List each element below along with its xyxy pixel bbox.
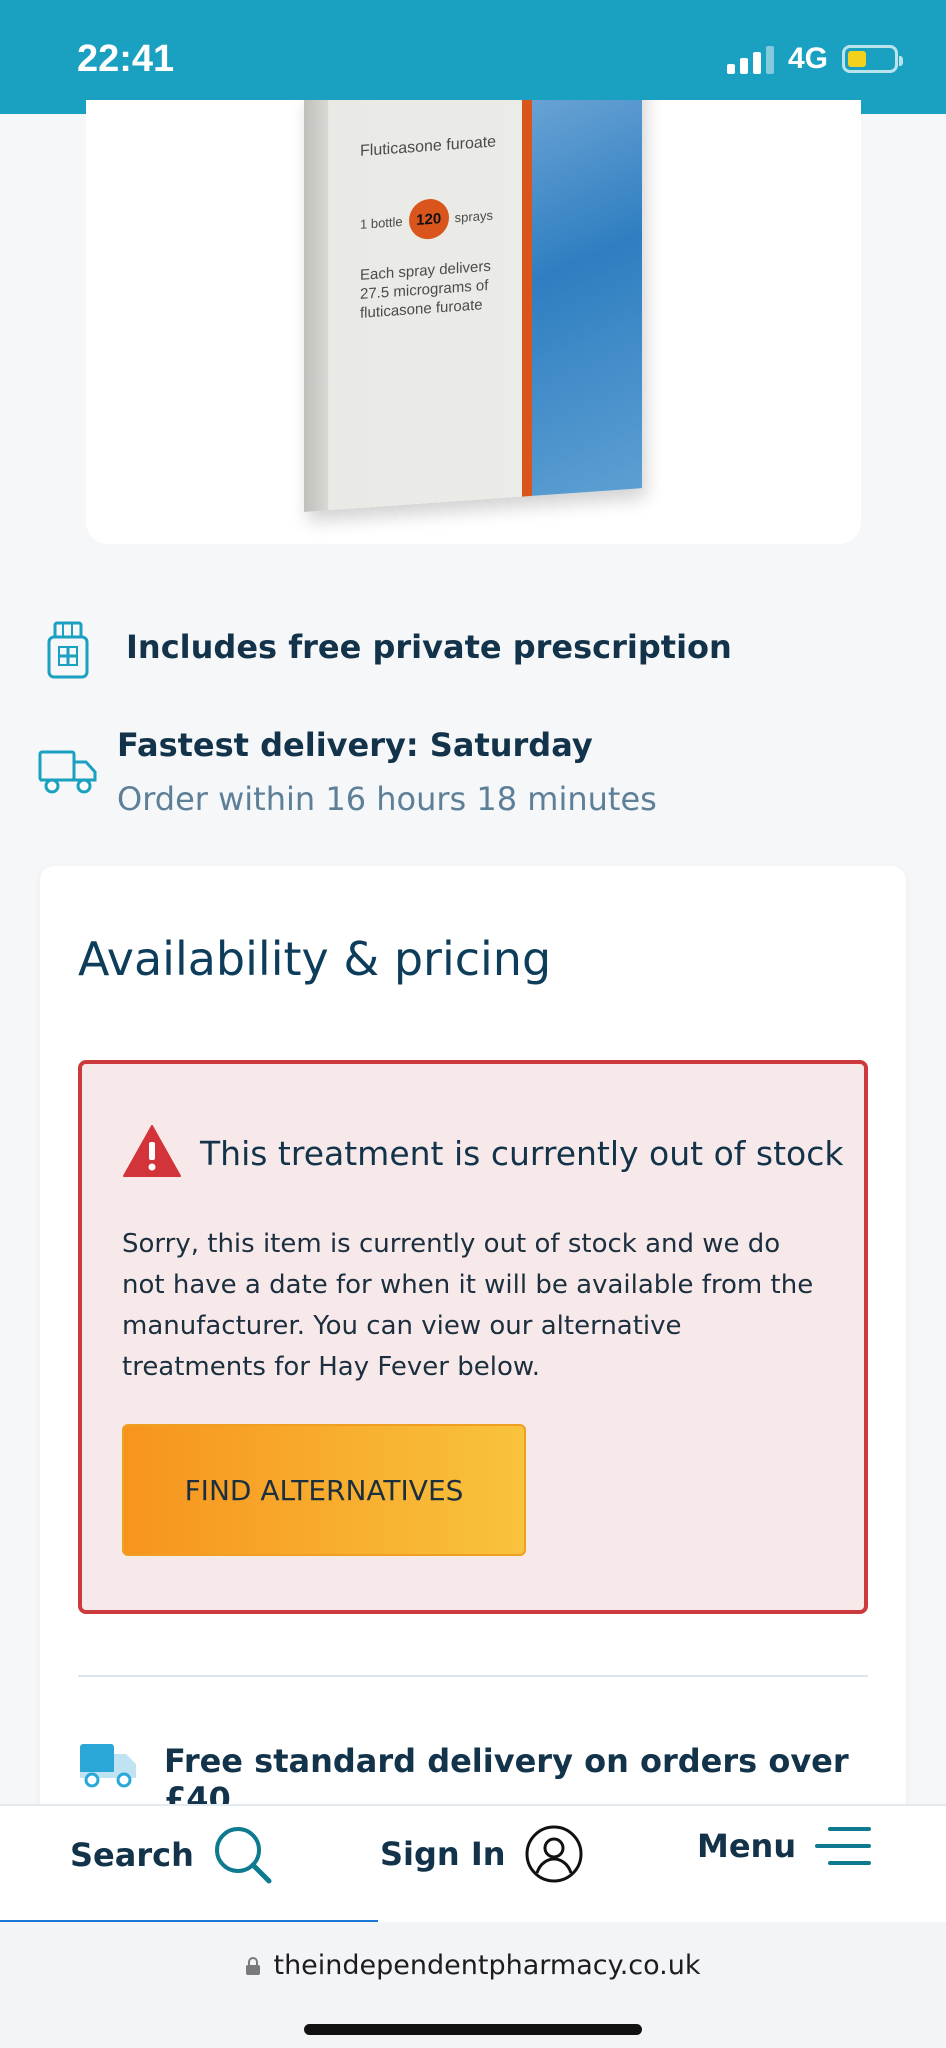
delivery-title: Fastest delivery: Saturday (117, 726, 593, 764)
product-box-description: Each spray delivers 27.5 micrograms of f… (360, 257, 491, 322)
find-alternatives-button[interactable]: FIND ALTERNATIVES (122, 1424, 526, 1556)
browser-url-bar: theindependentpharmacy.co.uk (0, 1922, 946, 2048)
sprays-label: sprays (454, 207, 493, 225)
delivery-van-icon (80, 1744, 136, 1788)
network-type: 4G (787, 42, 828, 75)
warning-icon (123, 1125, 181, 1177)
nav-search[interactable]: Search (70, 1824, 274, 1886)
availability-card: Availability & pricing This treatment is… (40, 866, 906, 1866)
signal-icon (726, 44, 774, 74)
prescription-feature: Includes free private prescription (126, 628, 732, 666)
home-indicator[interactable] (304, 2024, 642, 2035)
availability-title: Availability & pricing (78, 932, 552, 986)
nav-menu-label: Menu (697, 1827, 797, 1865)
nav-search-label: Search (70, 1836, 194, 1874)
user-icon (525, 1825, 583, 1883)
product-box-name: Fluticasone furoate (360, 133, 497, 160)
bottom-nav: Search Sign In Menu (0, 1804, 946, 1926)
out-of-stock-alert: This treatment is currently out of stock… (78, 1060, 868, 1614)
status-bar: 22:41 4G (0, 0, 946, 114)
lock-icon (246, 1956, 261, 1975)
status-indicators: 4G (726, 42, 903, 76)
search-icon (214, 1827, 272, 1884)
out-of-stock-heading: This treatment is currently out of stock (200, 1134, 844, 1173)
delivery-truck-icon (38, 750, 97, 794)
divider (78, 1675, 868, 1677)
delivery-countdown: Order within 16 hours 18 minutes (117, 780, 657, 818)
product-image: Fluticasone furoate 1 bottle 120 sprays … (86, 100, 861, 544)
url-text: theindependentpharmacy.co.uk (273, 1950, 701, 1981)
nav-menu[interactable]: Menu (697, 1824, 872, 1868)
url-display[interactable]: theindependentpharmacy.co.uk (0, 1950, 946, 1981)
status-time: 22:41 (77, 38, 175, 80)
prescription-bottle-icon (47, 621, 89, 679)
product-box-quantity: 1 bottle 120 sprays (360, 195, 493, 244)
nav-sign-in[interactable]: Sign In (380, 1824, 584, 1884)
hamburger-menu-icon (815, 1827, 872, 1865)
bottle-label: 1 bottle (360, 213, 403, 232)
nav-sign-in-label: Sign In (380, 1835, 506, 1873)
out-of-stock-message: Sorry, this item is currently out of sto… (122, 1229, 814, 1382)
spray-count-badge: 120 (408, 197, 449, 241)
battery-icon (842, 45, 903, 73)
product-box-image: Fluticasone furoate 1 bottle 120 sprays … (304, 100, 642, 512)
